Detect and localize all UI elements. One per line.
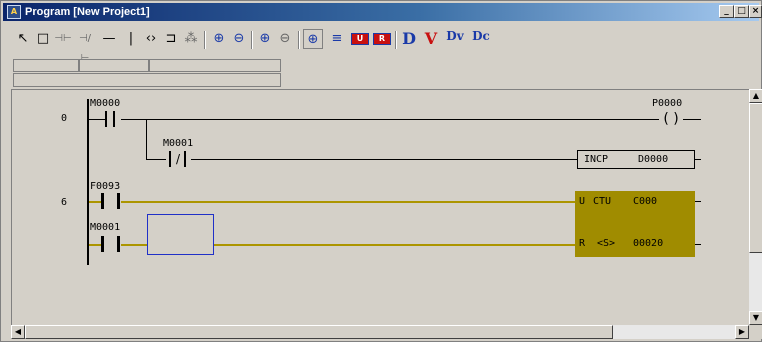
rung-wire xyxy=(121,119,659,120)
branch-wire xyxy=(146,159,166,160)
ladder-toolbar: ↖ □ ⊣⊢ ⊣/⊢ — | ‹› ⊐ ⁂ ⊕ ⊖ ⊕ ⊖ ⊕ ≡ U R D … xyxy=(11,25,519,64)
coil-icon[interactable]: ‹› xyxy=(141,29,161,49)
function-box-icon[interactable]: ⊐ xyxy=(161,29,181,49)
toolbar-separator xyxy=(395,31,397,49)
contact-label: M0000 xyxy=(90,98,121,109)
device-dc-icon[interactable]: Dc xyxy=(469,29,493,49)
vertical-line-icon[interactable]: | xyxy=(121,29,141,49)
incp-instruction[interactable]: INCP D0000 xyxy=(577,150,695,169)
ctu-setting: <S> xyxy=(597,238,616,249)
insert-box-icon[interactable]: □ xyxy=(33,29,53,49)
scroll-down-icon[interactable]: ▼ xyxy=(749,311,762,325)
download-icon[interactable]: R xyxy=(373,33,391,45)
toolbar-separator xyxy=(204,31,206,49)
device-v-icon[interactable]: V xyxy=(421,29,441,49)
vertical-scrollbar[interactable]: ▲ ▼ xyxy=(749,89,762,325)
comment-icon[interactable]: ≡ xyxy=(327,29,347,49)
rung-wire xyxy=(89,119,105,120)
energized-wire xyxy=(121,201,575,203)
status-field-3[interactable] xyxy=(149,59,281,72)
energized-wire xyxy=(121,244,147,246)
rung-wire xyxy=(695,201,701,202)
close-button[interactable]: × xyxy=(749,5,762,18)
horizontal-scroll-thumb[interactable] xyxy=(25,325,613,339)
vertical-scroll-thumb[interactable] xyxy=(749,103,762,253)
program-window: A Program [New Project1] _ □ × ↖ □ ⊣⊢ ⊣/… xyxy=(0,0,762,342)
left-power-rail xyxy=(87,99,89,265)
ctu-counter-block[interactable]: U CTU C000 R <S> 00020 xyxy=(575,191,695,257)
edit-cursor[interactable] xyxy=(147,214,214,255)
toolbar-separator xyxy=(251,31,253,49)
toolbar-separator xyxy=(298,31,300,49)
zoom-out-icon[interactable]: ⊖ xyxy=(229,29,249,49)
ctu-up-pin: U xyxy=(579,196,586,207)
zoom-in-icon[interactable]: ⊕ xyxy=(209,29,229,49)
comment-field[interactable] xyxy=(13,73,281,87)
output-coil[interactable]: ( ) xyxy=(661,111,681,127)
horizontal-scrollbar[interactable]: ◀ ▶ xyxy=(11,325,749,339)
size-grip[interactable] xyxy=(749,325,762,339)
scroll-right-icon[interactable]: ▶ xyxy=(735,325,749,339)
maximize-button[interactable]: □ xyxy=(734,5,749,18)
energized-wire xyxy=(214,244,575,246)
no-contact-icon[interactable]: ⊣⊢ xyxy=(53,29,73,49)
contact-label: M0001 xyxy=(163,138,194,149)
horizontal-line-icon[interactable]: — xyxy=(99,29,119,49)
contact-label: M0001 xyxy=(90,222,121,233)
step-number: 6 xyxy=(60,197,67,208)
zoom-fit-icon[interactable]: ⊕ xyxy=(303,29,323,49)
status-field-2[interactable] xyxy=(79,59,149,72)
title-bar[interactable]: A Program [New Project1] _ □ × xyxy=(3,3,762,21)
select-pointer-icon[interactable]: ↖ xyxy=(13,29,33,49)
device-dv-icon[interactable]: Dv xyxy=(443,29,467,49)
rung-wire xyxy=(695,159,701,160)
plc-program-icon: A xyxy=(7,5,21,19)
scroll-up-icon[interactable]: ▲ xyxy=(749,89,762,103)
coil-label: P0000 xyxy=(652,98,683,109)
rung-wire xyxy=(683,119,701,120)
ctu-counter: C000 xyxy=(633,196,658,207)
branch-wire xyxy=(191,159,577,160)
ctu-value: 00020 xyxy=(633,238,664,249)
ctu-op: CTU xyxy=(593,196,612,207)
branch-wire xyxy=(146,119,147,159)
ctu-reset-pin: R xyxy=(579,238,586,249)
status-field-1[interactable] xyxy=(13,59,79,72)
rung-wire xyxy=(695,244,701,245)
zoom-in-alt-icon[interactable]: ⊕ xyxy=(255,29,275,49)
device-d-icon[interactable]: D xyxy=(399,29,419,49)
step-number: 0 xyxy=(60,113,67,124)
contact-label: F0093 xyxy=(90,181,121,192)
zoom-out-alt-icon[interactable]: ⊖ xyxy=(275,29,295,49)
minimize-button[interactable]: _ xyxy=(719,5,734,18)
multiline-icon[interactable]: ⁂ xyxy=(181,29,201,49)
upload-icon[interactable]: U xyxy=(351,33,369,45)
scroll-left-icon[interactable]: ◀ xyxy=(11,325,25,339)
window-title: Program [New Project1] xyxy=(25,6,150,18)
contact-m0001-nc[interactable]: / xyxy=(166,151,192,167)
nc-contact-icon[interactable]: ⊣/⊢ xyxy=(75,29,95,64)
